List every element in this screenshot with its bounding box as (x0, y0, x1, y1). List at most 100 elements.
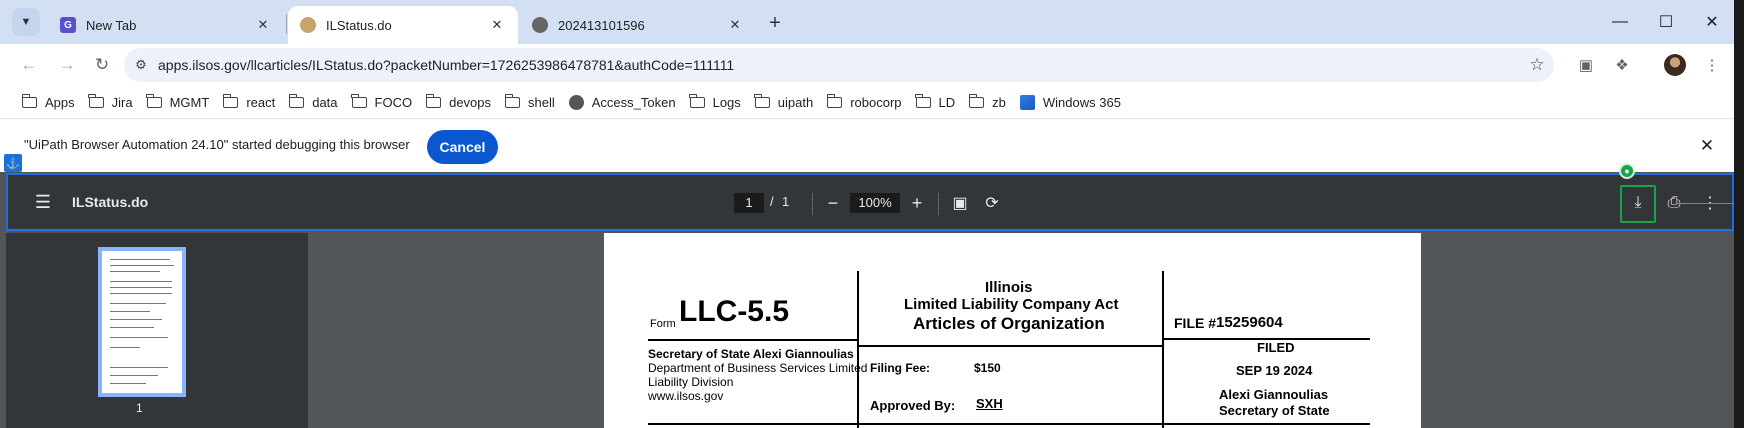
tab-strip: ▼ G New Tab ✕ ILStatus.do ✕ 202413101596… (0, 0, 1734, 44)
menu-icon[interactable]: ☰ (32, 191, 54, 213)
website: www.ilsos.gov (648, 389, 724, 403)
bookmark-devops[interactable]: devops (425, 89, 499, 115)
bookmark-label: shell (528, 94, 555, 110)
tab-new-tab[interactable]: G New Tab ✕ (48, 6, 284, 44)
avatar[interactable] (1664, 54, 1686, 76)
close-icon: ✕ (1705, 14, 1719, 31)
close-icon[interactable]: ✕ (1696, 135, 1718, 157)
bookmark-label: uipath (777, 94, 814, 110)
dept-line-1: Department of Business Services Limited (648, 361, 868, 375)
close-window-button[interactable]: ✕ (1689, 6, 1734, 38)
filed-date: SEP 19 2024 (1236, 363, 1313, 378)
arrow-left-icon: ← (20, 55, 38, 74)
fit-page-icon[interactable]: ▣ (948, 191, 972, 215)
bookmark-robocorp[interactable]: robocorp (826, 89, 909, 115)
download-icon[interactable]: ⤓ (1626, 191, 1650, 215)
page-total: 1 (782, 194, 790, 209)
filing-fee-value: $150 (974, 361, 1001, 375)
reload-button[interactable]: ↻ (89, 52, 115, 78)
minimize-button[interactable]: — (1597, 6, 1643, 38)
bookmark-label: data (312, 94, 338, 110)
doc-act: Limited Liability Company Act (904, 296, 1119, 313)
file-label: FILE # (1174, 315, 1217, 331)
form-divider (857, 345, 1164, 347)
address-url[interactable]: apps.ilsos.gov/llcarticles/ILStatus.do?p… (158, 57, 1520, 73)
back-button[interactable]: ← (16, 52, 42, 78)
folder-icon (504, 93, 521, 108)
form-number: LLC-5.5 (679, 295, 790, 328)
folder-icon (351, 93, 367, 108)
site-settings-icon[interactable]: ⚙ (124, 57, 158, 73)
address-bar[interactable]: ⚙ apps.ilsos.gov/llcarticles/ILStatus.do… (124, 48, 1554, 82)
toolbar-divider (812, 193, 813, 215)
zoom-input[interactable]: 100% (850, 193, 900, 213)
tab-202413101596[interactable]: 202413101596 ✕ (520, 6, 756, 44)
tab-ilstatus[interactable]: ILStatus.do ✕ (288, 6, 518, 44)
tab-close-icon[interactable]: ✕ (726, 16, 744, 34)
tab-close-icon[interactable]: ✕ (488, 16, 506, 34)
bookmark-label: Apps (45, 94, 75, 110)
desktop-background (1734, 0, 1744, 428)
maximize-icon: ☐ (1658, 14, 1674, 31)
new-tab-button[interactable]: + (762, 10, 788, 36)
pdf-viewer: ☰ ILStatus.do 1 / 1 − 100% + ▣ ⟳ ● ⤓ ⎙ ⋮ (0, 163, 1734, 428)
bookmark-apps[interactable]: Apps (21, 89, 83, 115)
bookmark-shell[interactable]: shell (504, 89, 563, 115)
bookmark-zb[interactable]: zb (968, 89, 1014, 115)
approved-by-label: Approved By: (870, 398, 956, 413)
bookmark-label: FOCO (374, 94, 413, 110)
maximize-button[interactable]: ☐ (1643, 6, 1689, 38)
infobar-message: "UiPath Browser Automation 24.10" starte… (24, 137, 410, 152)
toolbar-divider (938, 193, 939, 215)
bookmark-logs[interactable]: Logs (689, 89, 749, 115)
bookmark-uipath[interactable]: uipath (754, 89, 821, 115)
extensions-icon[interactable]: ❖ (1610, 53, 1634, 77)
pdf-page: Form LLC-5.5 Illinois Limited Liability … (604, 233, 1421, 428)
globe-icon (532, 17, 548, 33)
page-separator: / (770, 194, 774, 209)
rotate-icon[interactable]: ⟳ (980, 191, 1004, 215)
zoom-in-button[interactable]: + (906, 190, 928, 216)
tab-title: New Tab (86, 17, 137, 33)
page-thumbnail[interactable] (98, 247, 186, 397)
bookmark-label: robocorp (850, 94, 902, 110)
form-prefix: Form (650, 318, 676, 330)
folder-icon (222, 93, 239, 108)
bookmark-star-icon[interactable]: ☆ (1520, 55, 1554, 75)
form-divider (1162, 271, 1164, 428)
approved-by-value: SXH (976, 396, 1003, 411)
bookmark-label: LD (938, 94, 956, 110)
folder-icon (826, 93, 843, 108)
bookmark-data[interactable]: data (288, 89, 345, 115)
bookmark-mgmt[interactable]: MGMT (146, 89, 218, 115)
new-tab-icon: G (60, 17, 76, 33)
forward-button[interactable]: → (54, 52, 80, 78)
more-menu-icon[interactable]: ⋮ (1700, 53, 1724, 77)
folder-icon (21, 93, 37, 108)
browser-window: ▼ G New Tab ✕ ILStatus.do ✕ 202413101596… (0, 0, 1734, 428)
page-number-input[interactable]: 1 (734, 193, 764, 213)
folder-icon (288, 93, 305, 108)
folder-icon (754, 93, 770, 108)
folder-icon (425, 93, 442, 108)
tab-close-icon[interactable]: ✕ (254, 16, 272, 34)
lens-icon[interactable]: ▣ (1574, 53, 1598, 77)
bookmark-windows-365[interactable]: Windows 365 (1019, 89, 1129, 115)
bookmark-jira[interactable]: Jira (88, 89, 141, 115)
folder-icon (88, 93, 104, 108)
bookmark-react[interactable]: react (222, 89, 283, 115)
arrow-right-icon: → (58, 55, 76, 74)
tab-search-button[interactable]: ▼ (12, 8, 40, 36)
bookmark-foco[interactable]: FOCO (351, 89, 421, 115)
cancel-button[interactable]: Cancel (427, 130, 498, 164)
bookmark-access-token[interactable]: Access_Token (568, 89, 684, 115)
zoom-out-button[interactable]: − (822, 190, 844, 216)
windows365-icon (1019, 94, 1035, 110)
form-divider (857, 271, 859, 428)
doc-title: Articles of Organization (913, 314, 1105, 333)
minus-icon: − (827, 192, 839, 213)
tab-divider (286, 14, 287, 34)
pdf-toolbar: ☰ ILStatus.do 1 / 1 − 100% + ▣ ⟳ ● ⤓ ⎙ ⋮ (6, 163, 1734, 231)
pdf-title: ILStatus.do (72, 194, 149, 210)
bookmark-ld[interactable]: LD (915, 89, 964, 115)
